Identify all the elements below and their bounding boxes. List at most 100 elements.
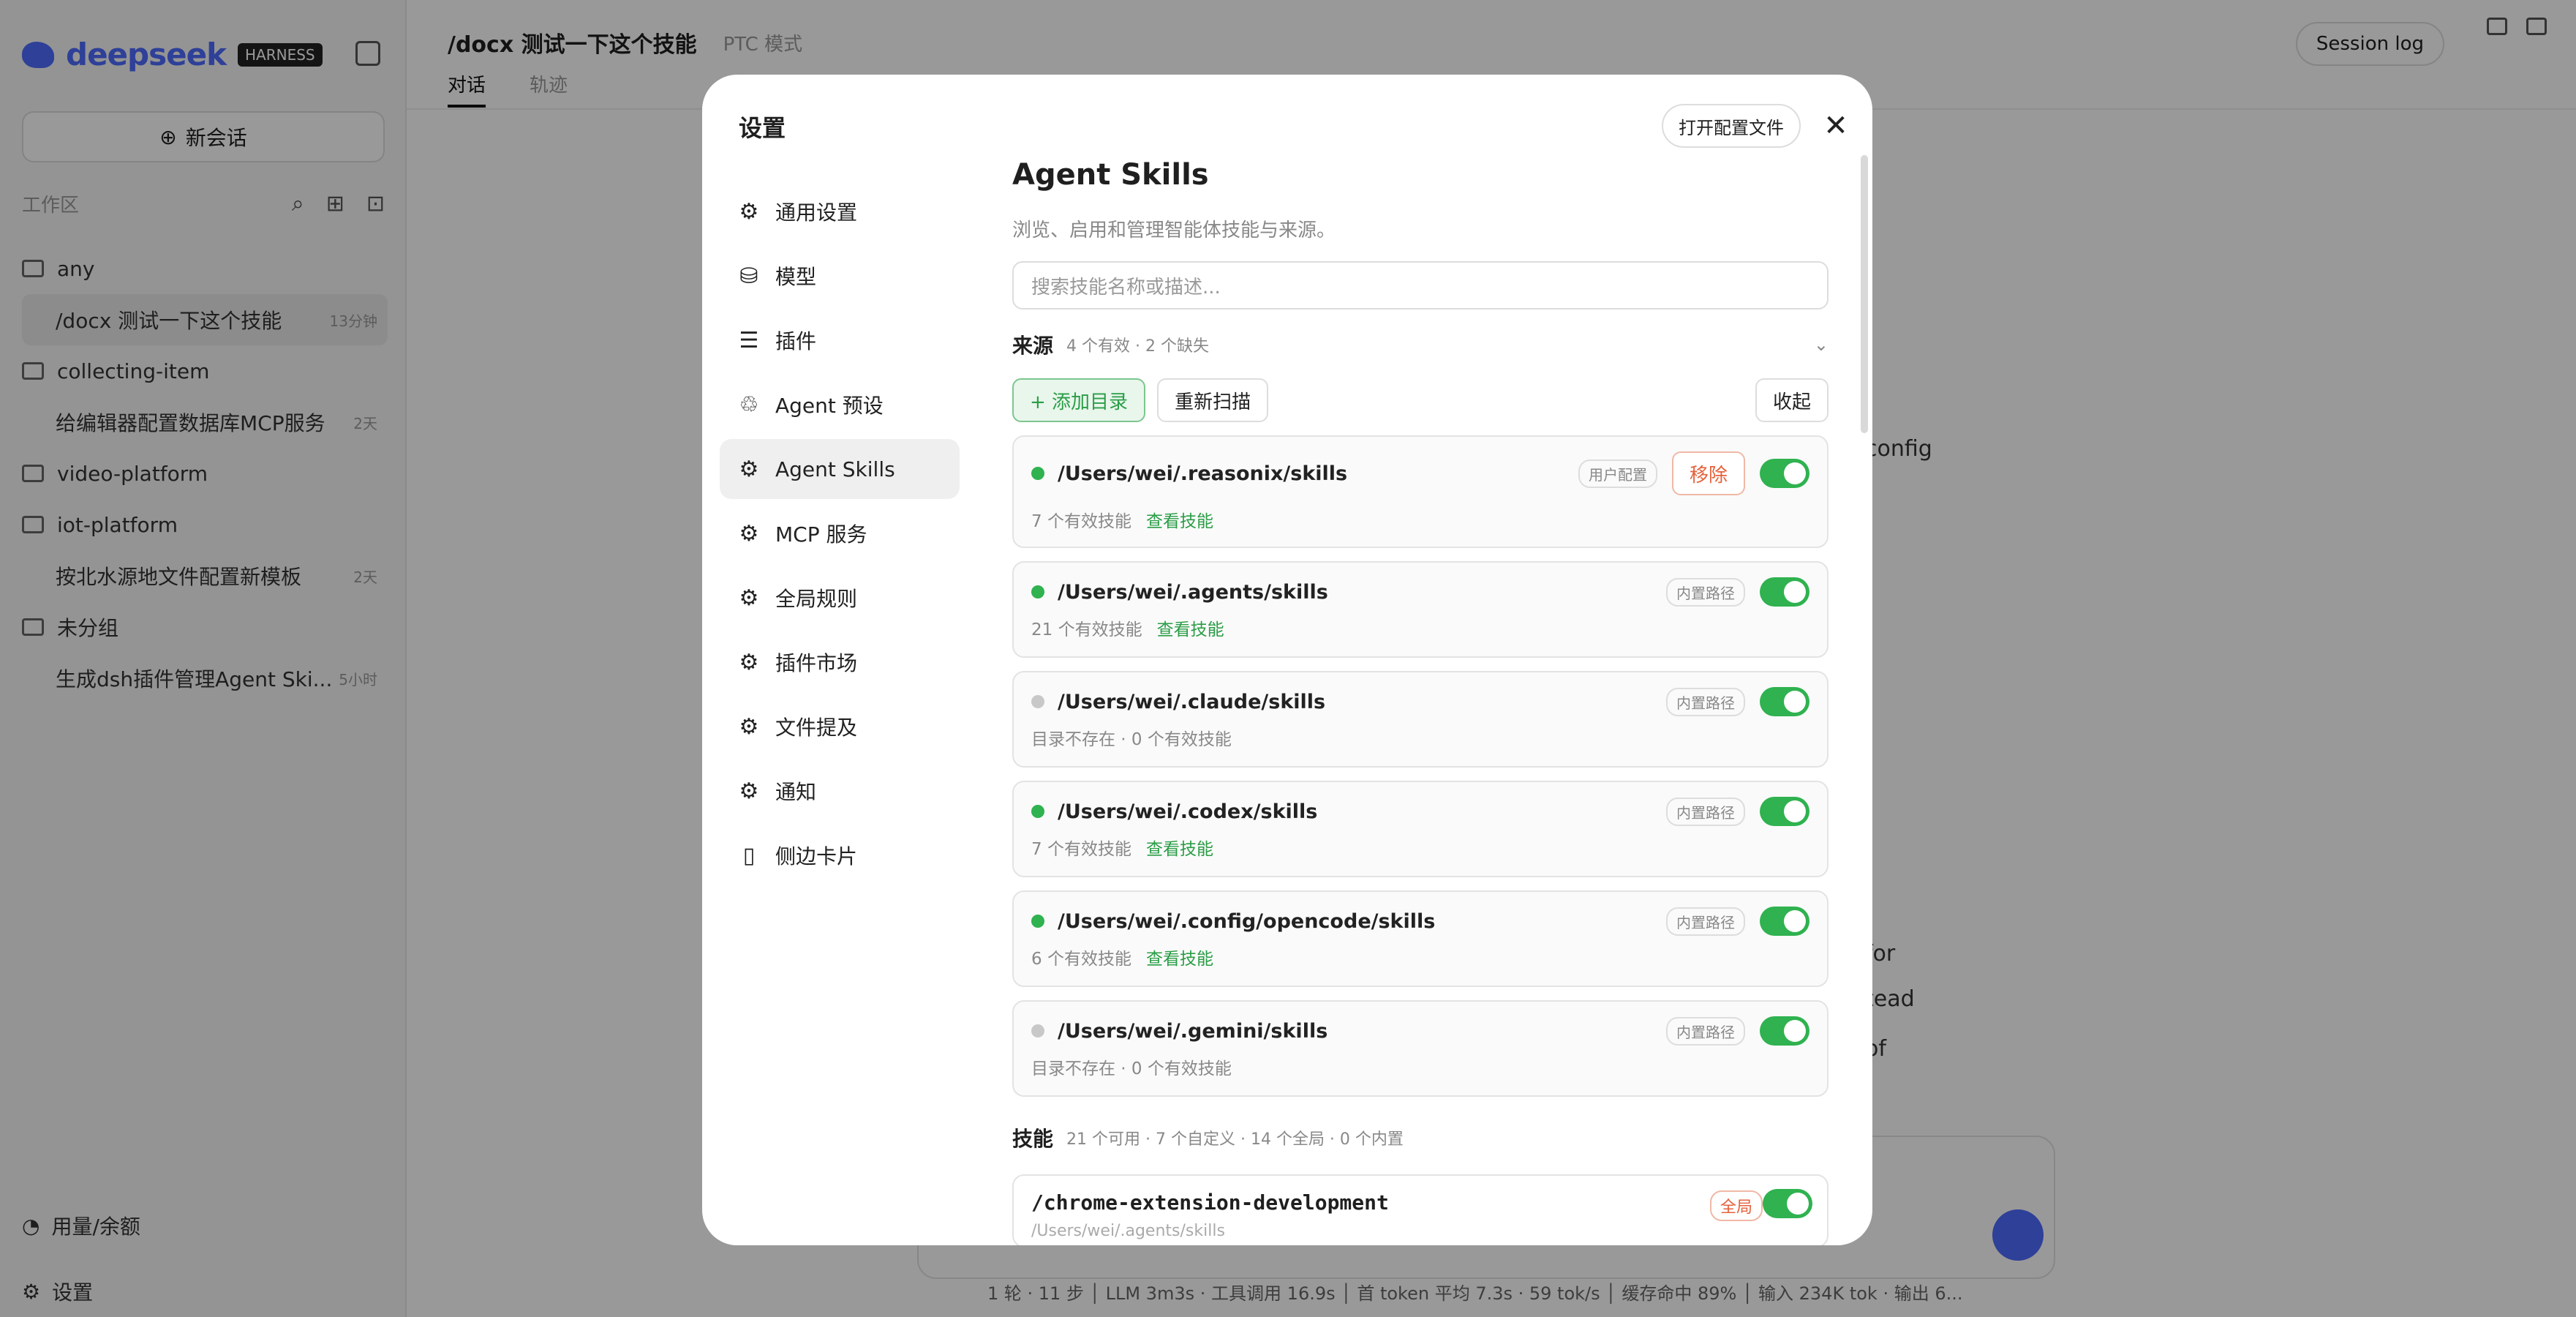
source-tag: 内置路径 (1666, 577, 1745, 607)
nav-item[interactable]: ⚙ 通用设置 (720, 181, 960, 241)
nav-item[interactable]: ⚙ 插件市场 (720, 632, 960, 692)
modal-scrollbar[interactable] (1861, 155, 1868, 433)
status-dot (1031, 467, 1044, 480)
nav-item[interactable]: ⚙ MCP 服务 (720, 503, 960, 563)
search-input[interactable]: 搜索技能名称或描述... (1012, 261, 1829, 309)
status-dot (1031, 915, 1044, 928)
status-dot (1031, 695, 1044, 708)
settings-nav: ⚙ 通用设置 ⛁ 模型 ☰ 插件 ♲ Agent 预设 ⚙ Agent Skills ⚙ MCP 服务… (720, 181, 960, 890)
nav-label: 模型 (775, 265, 817, 289)
nav-item[interactable]: ⚙ 全局规则 (720, 568, 960, 628)
skill-name: /chrome-extension-development (1031, 1190, 1389, 1215)
nav-label: 通用设置 (775, 200, 858, 225)
skill-toggle[interactable] (1763, 1189, 1812, 1218)
source-toggle[interactable] (1760, 907, 1809, 936)
source-tag: 内置路径 (1666, 907, 1745, 936)
source-card: /Users/wei/.reasonix/skills 用户配置 移除 7 个有效技能… (1012, 435, 1829, 548)
status-dot (1031, 1024, 1044, 1038)
nav-item[interactable]: ♲ Agent 预设 (720, 375, 960, 435)
collapse-button[interactable]: 收起 (1755, 378, 1829, 422)
skills-label: 技能 (1012, 1127, 1054, 1151)
open-config-button[interactable]: 打开配置文件 (1662, 104, 1801, 148)
gear-icon: ⚙ (739, 778, 759, 804)
view-skills-link[interactable]: 查看技能 (1146, 945, 1213, 969)
sliders-icon: ☰ (739, 327, 759, 353)
source-tag: 内置路径 (1666, 797, 1745, 826)
source-status: 目录不存在 · 0 个有效技能 (1031, 1059, 1232, 1078)
cards-icon: ▯ (742, 842, 756, 868)
source-path: /Users/wei/.reasonix/skills (1058, 462, 1348, 485)
gear-icon: ⚙ (739, 585, 759, 611)
recycle-icon: ♲ (739, 391, 759, 418)
modal-title: 设置 (739, 114, 786, 142)
source-path: /Users/wei/.codex/skills (1058, 800, 1318, 823)
source-status: 7 个有效技能 (1031, 840, 1131, 859)
source-path: /Users/wei/.claude/skills (1058, 690, 1326, 713)
nav-item[interactable]: ☰ 插件 (720, 310, 960, 370)
source-toggle[interactable] (1760, 459, 1809, 488)
settings-content: Agent Skills 浏览、启用和管理智能体技能与来源。 搜索技能名称或描述… (1012, 158, 1829, 1245)
nav-label: 文件提及 (775, 716, 858, 740)
nav-item[interactable]: ▯ 侧边卡片 (720, 825, 960, 885)
remove-button[interactable]: 移除 (1671, 451, 1745, 495)
source-card: /Users/wei/.gemini/skills 内置路径目录不存在 · 0 个… (1012, 1000, 1829, 1097)
nav-label: Agent 预设 (775, 394, 884, 418)
source-status: 6 个有效技能 (1031, 950, 1131, 969)
gear-icon: ⚙ (739, 649, 759, 675)
gear-icon: ⚙ (739, 456, 759, 482)
close-icon[interactable]: ✕ (1817, 107, 1855, 145)
skill-path: /Users/wei/.agents/skills (1031, 1222, 1225, 1240)
source-toggle[interactable] (1760, 1016, 1809, 1046)
source-tag: 内置路径 (1666, 1016, 1745, 1046)
nav-item[interactable]: ⚙ Agent Skills (720, 439, 960, 499)
source-toggle[interactable] (1760, 687, 1809, 716)
source-status: 7 个有效技能 (1031, 512, 1131, 531)
sources-count: 4 个有效 · 2 个缺失 (1066, 337, 1209, 356)
source-path: /Users/wei/.gemini/skills (1058, 1019, 1328, 1043)
status-dot (1031, 805, 1044, 818)
source-card: /Users/wei/.claude/skills 内置路径目录不存在 · 0 个… (1012, 671, 1829, 768)
nav-label: 全局规则 (775, 587, 858, 611)
nav-label: 通知 (775, 780, 817, 804)
gear-icon: ⚙ (739, 198, 759, 225)
source-actions: + 添加目录 重新扫描 收起 (1012, 378, 1829, 422)
nav-label: MCP 服务 (775, 522, 867, 547)
sources-list: /Users/wei/.reasonix/skills 用户配置 移除 7 个有效技能… (1012, 435, 1829, 1097)
chevron-down-icon[interactable]: ⌄ (1814, 334, 1829, 355)
nav-label: 插件市场 (775, 651, 858, 675)
source-tag: 用户配置 (1578, 459, 1657, 488)
source-path: /Users/wei/.agents/skills (1058, 580, 1328, 604)
view-skills-link[interactable]: 查看技能 (1146, 835, 1213, 860)
nav-item[interactable]: ⚙ 文件提及 (720, 697, 960, 757)
source-status: 目录不存在 · 0 个有效技能 (1031, 730, 1232, 749)
view-skills-link[interactable]: 查看技能 (1146, 507, 1213, 532)
nav-label: Agent Skills (775, 457, 895, 481)
page-title: Agent Skills (1012, 158, 1209, 192)
source-card: /Users/wei/.agents/skills 内置路径 21 个有效技能 查看技… (1012, 561, 1829, 658)
source-tag: 内置路径 (1666, 687, 1745, 716)
view-skills-link[interactable]: 查看技能 (1157, 615, 1224, 640)
skills-header: 技能 21 个可用 · 7 个自定义 · 14 个全局 · 0 个内置 (1012, 1123, 1829, 1152)
status-dot (1031, 585, 1044, 599)
settings-modal: 设置 打开配置文件 ✕ ⚙ 通用设置 ⛁ 模型 ☰ 插件 ♲ Agent 预设 ⚙ Agent S… (702, 75, 1872, 1245)
source-path: /Users/wei/.config/opencode/skills (1058, 909, 1436, 933)
source-card: /Users/wei/.config/opencode/skills 内置路径 6 … (1012, 890, 1829, 987)
sources-label: 来源 (1012, 334, 1054, 358)
nav-item[interactable]: ⛁ 模型 (720, 246, 960, 306)
source-toggle[interactable] (1760, 577, 1809, 607)
source-card: /Users/wei/.codex/skills 内置路径 7 个有效技能 查看技能 (1012, 781, 1829, 877)
page-subtitle: 浏览、启用和管理智能体技能与来源。 (1012, 220, 1336, 241)
database-icon: ⛁ (739, 263, 758, 289)
skills-count: 21 个可用 · 7 个自定义 · 14 个全局 · 0 个内置 (1066, 1130, 1404, 1149)
gear-icon: ⚙ (739, 713, 759, 740)
rescan-button[interactable]: 重新扫描 (1157, 378, 1269, 422)
sources-header[interactable]: 来源 4 个有效 · 2 个缺失 ⌄ (1012, 330, 1829, 359)
source-toggle[interactable] (1760, 797, 1809, 826)
nav-item[interactable]: ⚙ 通知 (720, 761, 960, 821)
nav-label: 侧边卡片 (775, 844, 858, 868)
skill-scope-badge: 全局 (1709, 1190, 1763, 1221)
skill-card[interactable]: /chrome-extension-development 全局 /Users/… (1012, 1174, 1829, 1245)
gear-icon: ⚙ (739, 520, 759, 547)
add-directory-button[interactable]: + 添加目录 (1012, 378, 1146, 422)
nav-label: 插件 (775, 329, 817, 353)
